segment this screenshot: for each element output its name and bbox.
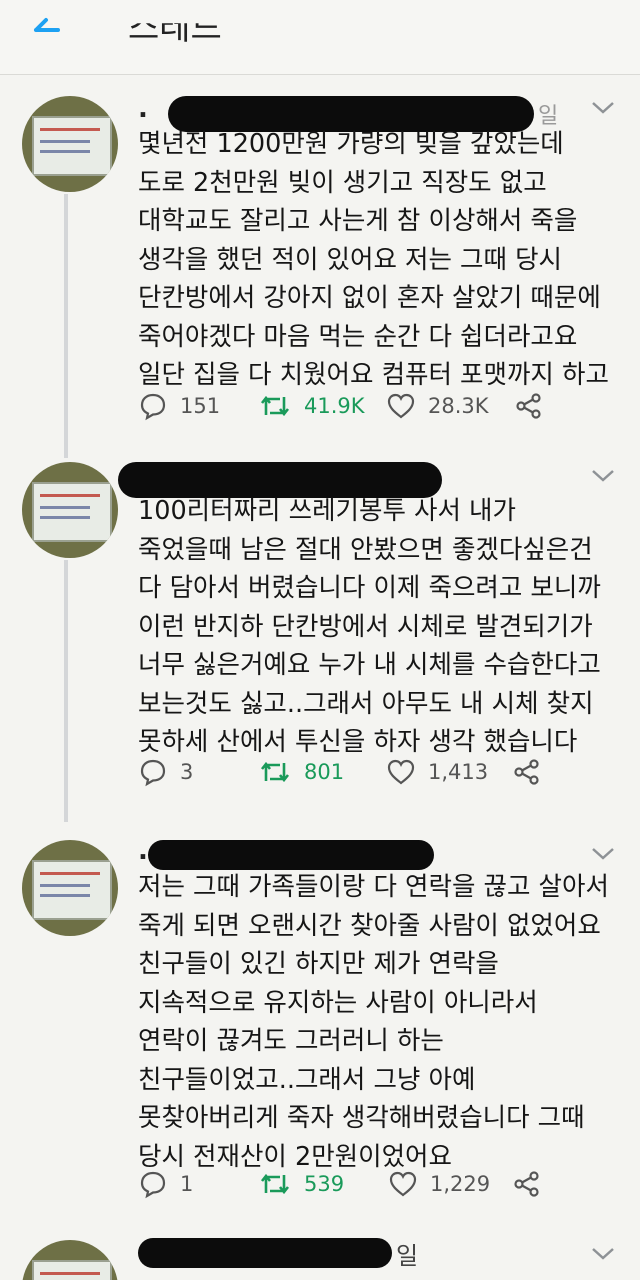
tweet-actions: 151 41.9K 28.3K [138, 388, 618, 424]
redacted-handle [148, 840, 434, 870]
handle-fragment: 일 [396, 1242, 419, 1270]
reply-icon [140, 393, 166, 421]
reply-button[interactable]: 3 [138, 754, 193, 790]
like-button[interactable]: 28.3K [386, 388, 489, 424]
tweet[interactable]: . 저는 그때 가족들이랑 다 연락을 끊고 살아서 죽게 되면 오랜시간 찾아… [0, 836, 640, 1226]
reply-icon [140, 759, 166, 787]
retweet-icon [260, 1173, 290, 1195]
share-button[interactable] [512, 1166, 542, 1202]
retweet-count: 801 [304, 760, 345, 784]
share-icon [514, 1171, 539, 1197]
reply-icon [140, 1171, 166, 1199]
top-bar: 스레드 [0, 0, 640, 75]
retweet-button[interactable]: 801 [258, 754, 344, 790]
share-button[interactable] [514, 388, 544, 424]
like-button[interactable]: 1,413 [386, 754, 488, 790]
tweet-text: 저는 그때 가족들이랑 다 연락을 끊고 살아서 죽게 되면 오랜시간 찾아줄 … [138, 872, 609, 1172]
like-count: 28.3K [428, 394, 489, 418]
retweet-button[interactable]: 41.9K [258, 388, 365, 424]
heart-icon [387, 393, 415, 419]
reply-count: 151 [180, 394, 221, 418]
chevron-down-icon[interactable] [590, 1246, 616, 1262]
share-icon [516, 393, 541, 419]
chevron-down-icon[interactable] [590, 468, 616, 484]
retweet-count: 539 [304, 1172, 345, 1196]
heart-icon [389, 1171, 417, 1197]
tweet[interactable]: 100리터짜리 쓰레기봉투 사서 내가 죽었을때 남은 절대 안봤으면 좋겠다싶… [0, 458, 640, 818]
heart-icon [387, 759, 415, 785]
avatar[interactable] [22, 840, 118, 936]
tweet-text: 100리터짜리 쓰레기봉투 사서 내가 죽었을때 남은 절대 안봤으면 좋겠다싶… [138, 496, 601, 757]
share-button[interactable] [512, 754, 542, 790]
retweet-icon [260, 761, 290, 783]
avatar[interactable] [22, 96, 118, 192]
like-button[interactable]: 1,229 [388, 1166, 490, 1202]
reply-button[interactable]: 1 [138, 1166, 193, 1202]
reply-count: 1 [180, 1172, 194, 1196]
redacted-handle [138, 1238, 392, 1268]
tweet[interactable]: . 일 몇년전 1200만원 가량의 빚을 갚았는데 도로 2천만원 빚이 생기… [0, 90, 640, 450]
page-title: 스레드 [128, 8, 222, 48]
chevron-down-icon[interactable] [590, 100, 616, 116]
like-count: 1,229 [430, 1172, 491, 1196]
chevron-down-icon[interactable] [590, 846, 616, 862]
retweet-button[interactable]: 539 [258, 1166, 344, 1202]
handle-dot: . [138, 94, 148, 124]
tweet-actions: 1 539 1,229 [138, 1166, 618, 1202]
reply-button[interactable]: 151 [138, 388, 220, 424]
share-icon [514, 759, 539, 785]
retweet-count: 41.9K [304, 394, 365, 418]
tweet[interactable]: 일 [0, 1234, 640, 1280]
tweet-actions: 3 801 1,413 [138, 754, 618, 790]
back-arrow-icon[interactable] [28, 10, 68, 50]
reply-count: 3 [180, 760, 194, 784]
avatar[interactable] [22, 1240, 118, 1280]
avatar[interactable] [22, 462, 118, 558]
like-count: 1,413 [428, 760, 489, 784]
handle-dot: . [138, 836, 148, 866]
retweet-icon [260, 395, 290, 417]
tweet-header: 일 [138, 1234, 578, 1274]
tweet-text: 몇년전 1200만원 가량의 빚을 갚았는데 도로 2천만원 빚이 생기고 직장… [138, 129, 609, 390]
